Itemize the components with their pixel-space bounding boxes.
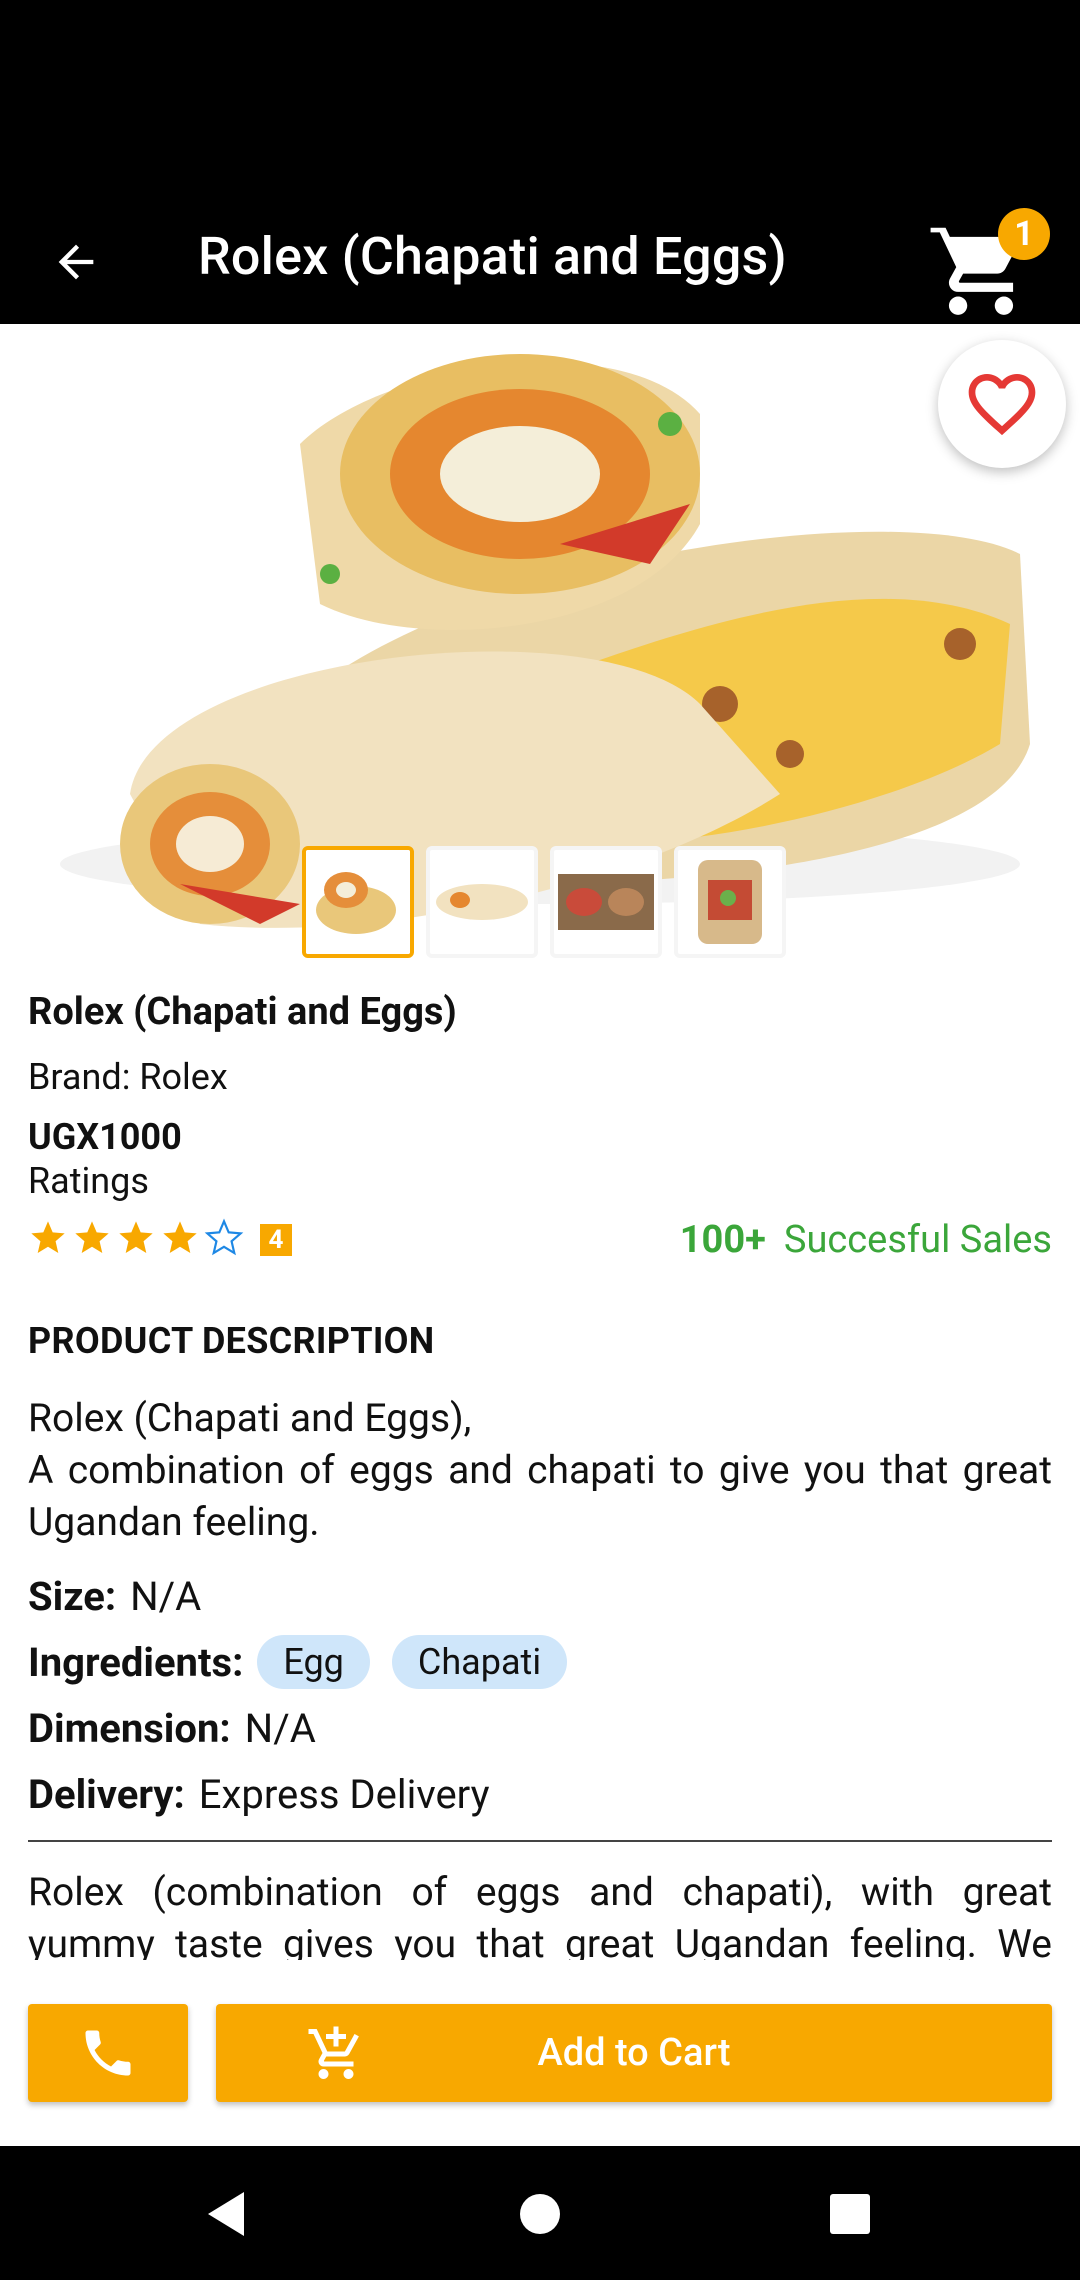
divider <box>28 1840 1052 1842</box>
sales-label: Succesful Sales <box>783 1218 1052 1262</box>
sales-info: 100+ Succesful Sales <box>680 1218 1052 1262</box>
ingredient-chip[interactable]: Chapati <box>391 1635 568 1689</box>
size-row: Size: N/A <box>28 1570 1052 1622</box>
call-button[interactable] <box>28 2004 188 2102</box>
nav-back-icon <box>208 2192 244 2236</box>
heart-outline-icon <box>968 374 1036 436</box>
delivery-row: Delivery: Express Delivery <box>28 1768 1052 1820</box>
description-line-1: Rolex (Chapati and Eggs), <box>28 1395 472 1441</box>
arrow-back-icon <box>58 244 94 280</box>
ratings-label: Ratings <box>28 1160 149 1202</box>
favorite-button[interactable] <box>938 340 1066 468</box>
add-to-cart-label: Add to Cart <box>537 2031 731 2075</box>
phone-icon <box>85 2030 131 2076</box>
add-to-cart-button[interactable]: Add to Cart <box>216 2004 1052 2102</box>
thumbnail-3[interactable] <box>550 846 662 958</box>
add-shopping-cart-icon <box>308 2026 359 2079</box>
system-nav-bar <box>0 2146 1080 2280</box>
description-text: Rolex (Chapati and Eggs), A combination … <box>28 1392 1052 1548</box>
star-filled-icon <box>163 1221 197 1253</box>
page-title: Rolex (Chapati and Eggs) <box>198 226 787 287</box>
thumbnail-image <box>430 850 534 954</box>
cart-button[interactable]: 1 <box>930 208 1050 318</box>
nav-recents-button[interactable] <box>822 2186 878 2242</box>
app-bar: Rolex (Chapati and Eggs) 1 <box>0 200 1080 324</box>
delivery-key: Delivery: <box>28 1770 185 1818</box>
description-heading: PRODUCT DESCRIPTION <box>28 1320 435 1362</box>
thumbnail-2[interactable] <box>426 846 538 958</box>
size-key: Size: <box>28 1572 117 1620</box>
dimension-value: N/A <box>244 1704 316 1752</box>
product-brand: Brand: Rolex <box>28 1056 228 1098</box>
product-price: UGX1000 <box>28 1116 182 1158</box>
nav-home-icon <box>520 2194 560 2234</box>
rating-row: 4 100+ Succesful Sales <box>28 1208 1052 1268</box>
nav-back-button[interactable] <box>198 2186 254 2242</box>
ingredient-chip[interactable]: Egg <box>257 1635 370 1689</box>
cart-count-badge: 1 <box>998 208 1050 260</box>
status-bar <box>0 0 1080 200</box>
star-empty-icon <box>204 1218 244 1256</box>
thumbnail-1[interactable] <box>302 846 414 958</box>
rating-value: 4 <box>260 1224 292 1256</box>
thumbnail-image <box>554 850 658 954</box>
delivery-value: Express Delivery <box>198 1770 490 1818</box>
dimension-key: Dimension: <box>28 1704 231 1752</box>
product-details: Rolex (Chapati and Eggs) Brand: Rolex UG… <box>28 990 1052 1998</box>
star-filled-icon <box>31 1221 65 1253</box>
ingredients-row: Ingredients: Egg Chapati <box>28 1635 1052 1689</box>
nav-recents-icon <box>830 2194 870 2234</box>
thumbnail-4[interactable] <box>674 846 786 958</box>
size-value: N/A <box>130 1572 202 1620</box>
star-filled-icon <box>119 1221 153 1253</box>
nav-home-button[interactable] <box>512 2186 568 2242</box>
rating-stars <box>28 1218 244 1258</box>
dimension-row: Dimension: N/A <box>28 1702 1052 1754</box>
back-button[interactable] <box>44 230 108 294</box>
ingredients-key: Ingredients: <box>28 1638 244 1686</box>
thumbnail-image <box>678 850 782 954</box>
description-line-2: A combination of eggs and chapati to giv… <box>28 1447 1052 1545</box>
star-filled-icon <box>75 1221 109 1253</box>
image-thumbnails <box>302 846 786 958</box>
product-name: Rolex (Chapati and Eggs) <box>28 990 457 1034</box>
thumbnail-image <box>306 850 410 954</box>
bottom-action-bar: Add to Cart <box>0 1960 1080 2146</box>
sales-count: 100+ <box>679 1218 766 1262</box>
